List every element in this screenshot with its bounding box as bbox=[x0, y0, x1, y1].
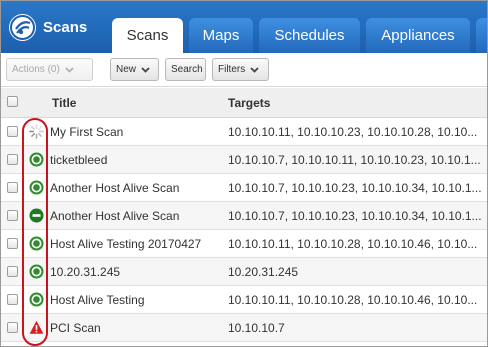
status-finished-icon bbox=[29, 180, 44, 195]
scan-title[interactable]: 10.20.31.245 bbox=[50, 265, 120, 279]
select-all-checkbox[interactable] bbox=[7, 96, 18, 107]
scans-window: Scans Scans Maps Schedules Appliances Ac… bbox=[0, 0, 488, 347]
scan-title[interactable]: Host Alive Testing bbox=[50, 293, 145, 307]
scan-targets: 10.20.31.245 bbox=[228, 265, 299, 279]
tab-schedules[interactable]: Schedules bbox=[259, 18, 360, 53]
app-header: Scans Scans Maps Schedules Appliances bbox=[1, 1, 487, 53]
column-header-targets[interactable]: Targets bbox=[228, 96, 270, 110]
table-row[interactable]: 10.20.31.245 10.20.31.245 bbox=[1, 258, 487, 286]
spinner-icon bbox=[29, 124, 44, 139]
scan-title[interactable]: My First Scan bbox=[50, 125, 123, 139]
new-button[interactable]: New bbox=[110, 58, 159, 81]
app-logo-icon bbox=[9, 13, 36, 41]
row-checkbox[interactable] bbox=[7, 182, 18, 193]
tab-label: Appliances bbox=[381, 27, 455, 44]
status-finished-icon bbox=[29, 292, 44, 307]
chevron-down-icon bbox=[250, 67, 259, 73]
actions-button[interactable]: Actions (0) bbox=[6, 58, 93, 81]
new-label: New bbox=[116, 64, 137, 75]
status-finished-icon bbox=[29, 236, 44, 251]
scan-title[interactable]: Another Host Alive Scan bbox=[50, 181, 179, 195]
row-checkbox[interactable] bbox=[7, 266, 18, 277]
app-brand: Scans bbox=[9, 13, 87, 41]
status-canceled-icon bbox=[29, 208, 44, 223]
table-row[interactable]: Host Alive Testing 20170427 10.10.10.11, … bbox=[1, 230, 487, 258]
scan-title[interactable]: Host Alive Testing 20170427 bbox=[50, 237, 201, 251]
column-header-title[interactable]: Title bbox=[52, 96, 76, 110]
scan-targets: 10.10.10.7, 10.10.10.11, 10.10.10.23, 10… bbox=[228, 153, 481, 167]
status-finished-icon bbox=[29, 152, 44, 167]
scan-targets: 10.10.10.11, 10.10.10.28, 10.10.10.46, 1… bbox=[228, 293, 478, 307]
tab-label: Schedules bbox=[274, 27, 345, 44]
scan-targets: 10.10.10.7, 10.10.10.23, 10.10.10.34, 10… bbox=[228, 181, 482, 195]
tab-overflow[interactable] bbox=[476, 18, 487, 53]
chevron-down-icon bbox=[65, 67, 74, 73]
search-label: Search bbox=[171, 64, 203, 75]
toolbar: Actions (0) New Search Filters bbox=[1, 53, 487, 87]
warning-icon bbox=[29, 320, 44, 335]
table-row[interactable]: ticketbleed 10.10.10.7, 10.10.10.11, 10.1… bbox=[1, 146, 487, 174]
row-checkbox[interactable] bbox=[7, 154, 18, 165]
search-button[interactable]: Search bbox=[165, 58, 206, 81]
row-checkbox[interactable] bbox=[7, 294, 18, 305]
table-header: Title Targets bbox=[1, 88, 487, 118]
table-row[interactable]: My First Scan 10.10.10.11, 10.10.10.23, 1… bbox=[1, 118, 487, 146]
filters-label: Filters bbox=[218, 64, 246, 75]
table-row[interactable]: PCI Scan 10.10.10.7 bbox=[1, 314, 487, 342]
row-checkbox[interactable] bbox=[7, 210, 18, 221]
chevron-down-icon bbox=[141, 67, 150, 73]
scan-title[interactable]: Another Host Alive Scan bbox=[50, 209, 179, 223]
tab-appliances[interactable]: Appliances bbox=[366, 18, 470, 53]
scan-targets: 10.10.10.11, 10.10.10.28, 10.10.10.46, 1… bbox=[228, 237, 478, 251]
scan-title[interactable]: ticketbleed bbox=[50, 153, 107, 167]
tab-label: Scans bbox=[126, 27, 169, 44]
actions-label: Actions (0) bbox=[12, 64, 60, 75]
filters-button[interactable]: Filters bbox=[212, 58, 269, 81]
scan-targets: 10.10.10.7 bbox=[228, 321, 285, 335]
table-row[interactable]: Host Alive Testing 10.10.10.11, 10.10.10.… bbox=[1, 286, 487, 314]
scan-targets: 10.10.10.11, 10.10.10.23, 10.10.10.28, 1… bbox=[228, 125, 478, 139]
status-finished-icon bbox=[29, 264, 44, 279]
scan-title[interactable]: PCI Scan bbox=[50, 321, 101, 335]
tab-scans[interactable]: Scans bbox=[112, 18, 183, 53]
app-title: Scans bbox=[43, 18, 88, 36]
table-row[interactable]: Another Host Alive Scan 10.10.10.7, 10.10… bbox=[1, 174, 487, 202]
row-checkbox[interactable] bbox=[7, 322, 18, 333]
tab-maps[interactable]: Maps bbox=[189, 18, 253, 53]
table-row[interactable]: Another Host Alive Scan 10.10.10.7, 10.10… bbox=[1, 202, 487, 230]
row-checkbox[interactable] bbox=[7, 126, 18, 137]
scan-targets: 10.10.10.7, 10.10.10.23, 10.10.10.34, 10… bbox=[228, 209, 482, 223]
tab-label: Maps bbox=[202, 27, 240, 44]
row-checkbox[interactable] bbox=[7, 238, 18, 249]
